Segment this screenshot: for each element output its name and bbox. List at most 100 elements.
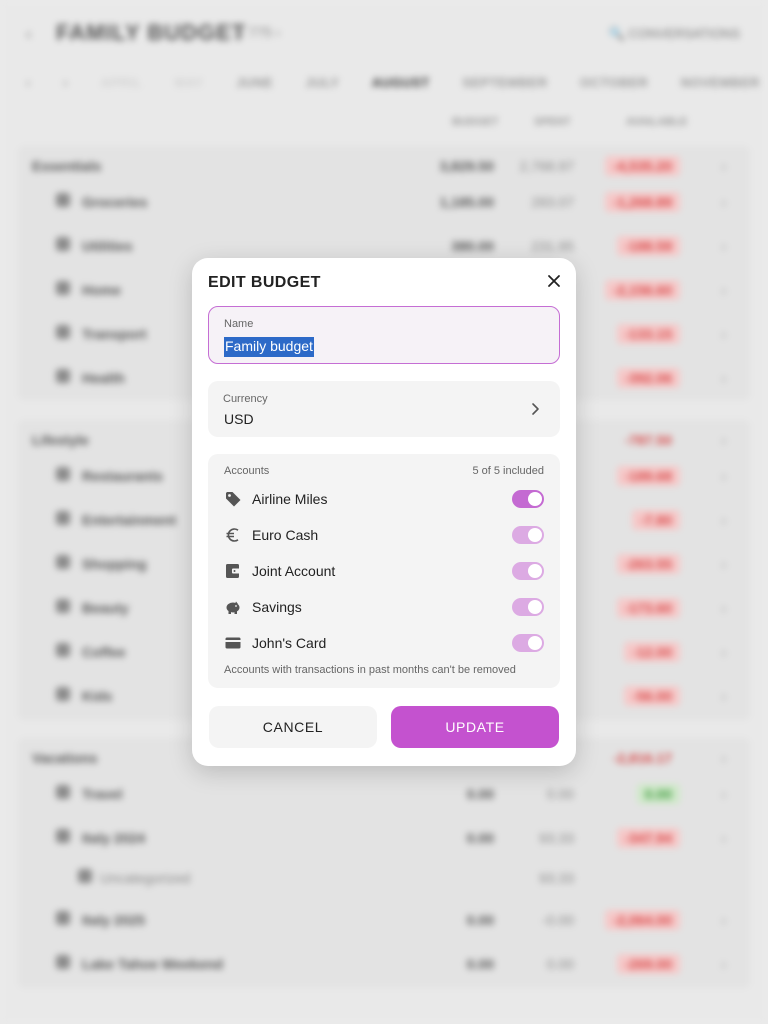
accounts-label: Accounts (224, 465, 270, 477)
year-navigator[interactable]: ‹ 775 › (240, 24, 280, 40)
account-row: Joint Account (208, 553, 560, 589)
category-icon (56, 325, 70, 339)
accounts-panel: Accounts 5 of 5 included Airline Miles E… (208, 454, 560, 688)
account-toggle[interactable] (512, 490, 544, 508)
update-button[interactable]: UPDATE (391, 706, 559, 748)
chevron-icon: › (721, 830, 726, 846)
chevron-icon[interactable]: › (721, 158, 726, 174)
currency-value: USD (224, 411, 254, 427)
tag-icon (226, 492, 241, 507)
category-row[interactable]: Italy 2024 0.00 93.33 -347.94 › (0, 816, 768, 860)
tab-next-icon[interactable]: › (63, 75, 68, 90)
category-label: Coffee (82, 644, 126, 660)
col-budget: BUDGET (452, 116, 499, 128)
tab-month[interactable]: JULY (305, 75, 339, 90)
search-button[interactable]: 🔍 CONVERSATIONS (608, 26, 740, 42)
currency-field[interactable]: Currency USD (208, 381, 560, 437)
piggy-bank-icon (226, 601, 240, 614)
chevron-icon: › (721, 688, 726, 704)
name-label: Name (224, 318, 254, 330)
category-row[interactable]: Travel 0.00 0.00 0.00 › (0, 772, 768, 816)
tab-month[interactable]: APRIL (101, 75, 143, 90)
month-tabs: ‹ › APRIL MAY JUNE JULY AUGUST SEPTEMBER… (26, 74, 768, 94)
available-value: -2,156.60 (604, 280, 680, 300)
category-label: Restaurants (82, 468, 163, 484)
chevron-icon: › (721, 600, 726, 616)
available-value: -347.94 (616, 828, 680, 848)
budget-value: 0.00 (466, 830, 494, 846)
category-label: Shopping (82, 556, 147, 572)
tab-month[interactable]: JUNE (236, 75, 273, 90)
spent-value: 2,768.97 (519, 158, 575, 174)
category-icon (56, 955, 70, 969)
available-value: -2,816.17 (612, 750, 672, 766)
name-field[interactable]: Name Family budget (208, 306, 560, 364)
available-value: -7.80 (632, 510, 680, 530)
tab-month[interactable]: MAY (175, 75, 204, 90)
name-input-value[interactable]: Family budget (224, 337, 314, 357)
spent-value: -0.00 (542, 912, 574, 928)
account-name: Airline Miles (252, 491, 328, 507)
category-row[interactable]: Italy 2025 0.00 -0.00 -2,064.00 › (0, 898, 768, 942)
account-name: Savings (252, 599, 302, 615)
category-icon (56, 511, 70, 525)
app-header: ‹ FAMILY BUDGET ‹ 775 › 🔍 CONVERSATIONS (0, 14, 768, 54)
available-value: -188.59 (616, 236, 680, 256)
subcategory-row[interactable]: Uncategorized 93.33 (0, 856, 768, 900)
category-label: Transport (82, 326, 147, 342)
category-label: Home (82, 282, 121, 298)
tab-month[interactable]: OCTOBER (580, 75, 648, 90)
chevron-icon: › (721, 370, 726, 386)
available-value: -269.00 (616, 954, 680, 974)
available-value: -263.55 (616, 554, 680, 574)
budget-value: 0.00 (466, 912, 494, 928)
account-toggle[interactable] (512, 598, 544, 616)
account-row: Euro Cash (208, 517, 560, 553)
spent-value: 283.07 (531, 194, 574, 210)
chevron-icon: › (721, 468, 726, 484)
category-icon (56, 911, 70, 925)
category-label: Travel (82, 786, 123, 802)
chevron-right-icon (532, 403, 539, 415)
budget-value: 0.00 (466, 786, 494, 802)
toggle-knob (528, 528, 542, 542)
close-icon[interactable] (544, 271, 564, 291)
credit-card-icon (225, 637, 241, 649)
budget-title: FAMILY BUDGET (56, 20, 247, 45)
currency-label: Currency (223, 393, 268, 405)
back-icon[interactable]: ‹ (26, 26, 31, 44)
toggle-knob (528, 600, 542, 614)
available-value: 0.00 (636, 784, 680, 804)
chevron-icon: › (721, 282, 726, 298)
chevron-icon: › (721, 194, 726, 210)
chevron-icon: › (721, 556, 726, 572)
spent-value: 93.33 (538, 870, 574, 886)
account-toggle[interactable] (512, 562, 544, 580)
tab-month-active[interactable]: AUGUST (372, 75, 430, 90)
budget-value: 380.00 (451, 238, 494, 254)
category-row[interactable]: Lake Tahoe Weekend 0.00 0.00 -269.00 › (0, 942, 768, 986)
category-row[interactable]: Groceries 1,185.00 283.07 -1,268.89 › (0, 180, 768, 224)
category-label: Kids (82, 688, 113, 704)
category-label: Utilities (82, 238, 133, 254)
tab-month[interactable]: SEPTEMBER (462, 75, 547, 90)
available-value: -133.15 (616, 324, 680, 344)
tab-month[interactable]: NOVEMBER (681, 75, 760, 90)
chevron-icon: › (721, 956, 726, 972)
account-toggle[interactable] (512, 526, 544, 544)
chevron-icon[interactable]: › (721, 750, 726, 766)
category-label: Groceries (82, 194, 148, 210)
category-icon (56, 829, 70, 843)
chevron-icon[interactable]: › (721, 432, 726, 448)
account-toggle[interactable] (512, 634, 544, 652)
toggle-knob (528, 564, 542, 578)
tab-prev-icon[interactable]: ‹ (26, 75, 31, 90)
spent-value: 231.95 (531, 238, 574, 254)
category-icon (56, 643, 70, 657)
toggle-knob (528, 492, 542, 506)
category-label: Uncategorized (100, 870, 191, 886)
toggle-knob (528, 636, 542, 650)
cancel-button[interactable]: CANCEL (209, 706, 377, 748)
chevron-icon: › (721, 912, 726, 928)
category-icon (56, 467, 70, 481)
